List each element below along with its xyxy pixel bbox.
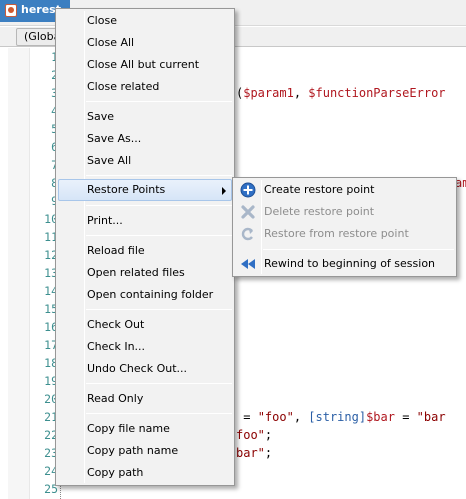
- menu-separator: [86, 175, 232, 176]
- menu-item-print[interactable]: Print...: [58, 210, 232, 232]
- submenu-item-create-restore-point[interactable]: Create restore point: [235, 179, 454, 201]
- menu-item-save[interactable]: Save: [58, 106, 232, 128]
- code-token: bar": [236, 446, 265, 460]
- restore-arrow-icon: [241, 227, 253, 241]
- menu-item-check-in[interactable]: Check In...: [58, 336, 232, 358]
- restore-points-submenu: Create restore point Delete restore poin…: [232, 177, 457, 277]
- code-token: [string]: [308, 410, 367, 424]
- code-token: =: [236, 410, 258, 424]
- submenu-item-label: Restore from restore point: [264, 227, 409, 240]
- code-line-23[interactable]: bar";: [236, 444, 272, 462]
- menu-separator: [86, 235, 232, 236]
- menu-item-undo-check-out[interactable]: Undo Check Out...: [58, 358, 232, 380]
- menu-item-save-all[interactable]: Save All: [58, 150, 232, 172]
- menu-separator: [86, 205, 232, 206]
- menu-item-reload-file[interactable]: Reload file: [58, 240, 232, 262]
- code-token: "foo": [257, 410, 294, 424]
- add-circle-icon: [240, 182, 256, 198]
- submenu-item-label: Delete restore point: [264, 205, 375, 218]
- submenu-arrow-icon: [222, 187, 226, 195]
- submenu-item-rewind-to-beginning[interactable]: Rewind to beginning of session: [235, 253, 454, 275]
- menu-separator: [263, 249, 454, 250]
- menu-item-close-all-but-current[interactable]: Close All but current: [58, 54, 232, 76]
- menu-item-copy-path-name[interactable]: Copy path name: [58, 440, 232, 462]
- menu-item-open-related-files[interactable]: Open related files: [58, 262, 232, 284]
- menu-separator: [86, 309, 232, 310]
- code-token: "bar: [416, 410, 446, 424]
- submenu-item-label: Rewind to beginning of session: [264, 257, 436, 270]
- code-token: $bar: [366, 410, 395, 424]
- code-line-21[interactable]: = "foo", [string]$bar = "bar: [236, 408, 446, 426]
- code-token: =: [394, 410, 417, 424]
- menu-item-restore-points[interactable]: Restore Points: [58, 179, 232, 201]
- menu-separator: [86, 101, 232, 102]
- fold-margin[interactable]: [8, 48, 30, 499]
- powershell-file-icon: [5, 4, 17, 17]
- menu-item-read-only[interactable]: Read Only: [58, 388, 232, 410]
- code-token: $param1: [243, 86, 294, 100]
- code-token: foo": [236, 428, 265, 442]
- menu-item-copy-path[interactable]: Copy path: [58, 462, 232, 484]
- code-line-22[interactable]: foo";: [236, 426, 272, 444]
- menu-separator: [86, 413, 232, 414]
- submenu-item-delete-restore-point[interactable]: Delete restore point: [235, 201, 454, 223]
- code-token: ,: [293, 410, 309, 424]
- menu-separator: [86, 383, 232, 384]
- menu-item-close[interactable]: Close: [58, 10, 232, 32]
- code-token: ,: [293, 86, 309, 100]
- code-token: ;: [264, 446, 273, 460]
- menu-item-close-all[interactable]: Close All: [58, 32, 232, 54]
- code-line-3[interactable]: ($param1, $functionParseError: [236, 84, 446, 102]
- menu-item-save-as[interactable]: Save As...: [58, 128, 232, 150]
- menu-item-close-related[interactable]: Close related: [58, 76, 232, 98]
- menu-item-copy-file-name[interactable]: Copy file name: [58, 418, 232, 440]
- submenu-item-restore-from-restore-point[interactable]: Restore from restore point: [235, 223, 454, 245]
- tab-context-menu: Close Close All Close All but current Cl…: [55, 8, 235, 486]
- delete-x-icon: [241, 205, 255, 219]
- submenu-item-label: Create restore point: [264, 183, 375, 196]
- rewind-icon: [241, 259, 255, 269]
- code-token: $functionParseError: [308, 86, 446, 100]
- menu-item-restore-points-label: Restore Points: [87, 183, 166, 196]
- menu-item-open-containing-folder[interactable]: Open containing folder: [58, 284, 232, 306]
- menu-item-check-out[interactable]: Check Out: [58, 314, 232, 336]
- code-token: ;: [264, 428, 273, 442]
